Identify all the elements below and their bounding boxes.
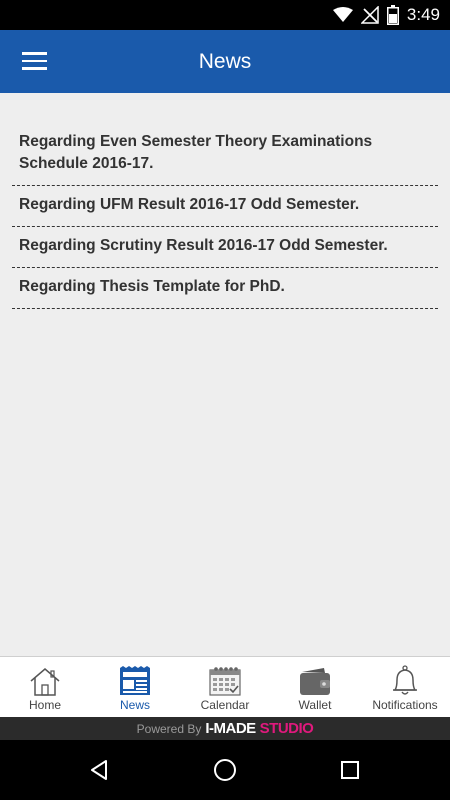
brand-logo-main: I-MADE — [205, 720, 256, 737]
status-time: 3:49 — [406, 5, 440, 24]
status-bar: 3:49 — [0, 0, 450, 30]
nav-label-news: News — [119, 698, 150, 712]
wallet-icon — [298, 665, 332, 697]
news-item[interactable]: Regarding Scrutiny Result 2016-17 Odd Se… — [12, 227, 438, 268]
home-circle-icon — [214, 759, 236, 781]
bottom-nav: Home News Calendar Wallet Notifications — [0, 656, 450, 717]
bell-icon — [388, 665, 422, 697]
nav-item-wallet[interactable]: Wallet — [270, 657, 360, 717]
battery-icon — [386, 5, 399, 25]
wifi-icon — [332, 7, 353, 22]
news-item[interactable]: Regarding UFM Result 2016-17 Odd Semeste… — [12, 186, 438, 227]
news-item[interactable]: Regarding Even Semester Theory Examinati… — [12, 123, 438, 186]
back-button[interactable] — [85, 755, 115, 785]
nav-label-wallet: Wallet — [298, 698, 332, 712]
back-icon — [91, 760, 107, 780]
nav-label-calendar: Calendar — [200, 698, 250, 712]
status-icons: 3:49 — [332, 4, 440, 26]
no-signal-icon — [360, 6, 379, 24]
newspaper-icon — [118, 665, 152, 697]
home-button[interactable] — [210, 755, 240, 785]
nav-item-calendar[interactable]: Calendar — [180, 657, 270, 717]
nav-label-notifications: Notifications — [372, 698, 438, 712]
page-title: News — [198, 50, 252, 73]
recents-button[interactable] — [335, 755, 365, 785]
nav-label-home: Home — [28, 698, 61, 712]
nav-item-notifications[interactable]: Notifications — [360, 657, 450, 717]
app-bar: News — [0, 30, 450, 93]
nav-item-news[interactable]: News — [90, 657, 180, 717]
home-icon — [28, 665, 62, 697]
brand-logo-accent: STUDIO — [259, 720, 314, 737]
recents-icon — [341, 761, 359, 779]
powered-by-banner: Powered By I-MADE STUDIO — [0, 717, 450, 740]
news-item[interactable]: Regarding Thesis Template for PhD. — [12, 268, 438, 309]
calendar-icon — [208, 665, 242, 697]
powered-by-text: Powered By — [136, 721, 202, 736]
nav-item-home[interactable]: Home — [0, 657, 90, 717]
system-nav-bar — [0, 740, 450, 800]
news-list: Regarding Even Semester Theory Examinati… — [0, 93, 450, 656]
